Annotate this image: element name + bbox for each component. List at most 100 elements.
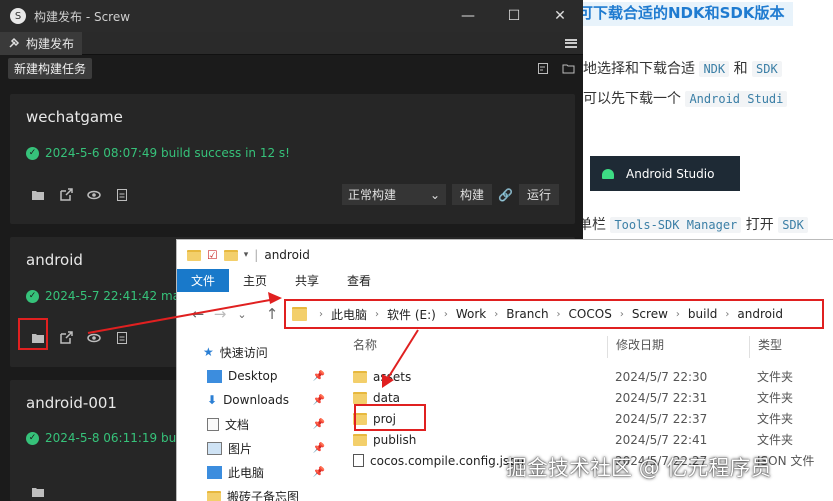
column-header-name[interactable]: 名称 bbox=[345, 336, 607, 358]
file-name: data bbox=[373, 390, 401, 405]
breadcrumb[interactable]: Work bbox=[456, 307, 486, 321]
chevron-right-icon: › bbox=[494, 308, 499, 320]
inline-code: SDK bbox=[778, 217, 808, 233]
status-text: 2024-5-6 08:07:49 build success in 12 s! bbox=[45, 146, 290, 160]
panel-tabbar: 构建发布 bbox=[0, 31, 583, 55]
maximize-button[interactable]: ☐ bbox=[491, 0, 537, 32]
document-icon bbox=[207, 417, 219, 431]
file-name: publish bbox=[373, 432, 417, 447]
folder-icon bbox=[187, 249, 201, 261]
inline-code: Android Studi bbox=[685, 91, 788, 107]
breadcrumb[interactable]: android bbox=[737, 307, 783, 321]
ribbon-tab-view[interactable]: 查看 bbox=[333, 269, 385, 292]
article-heading: 可下载合适的NDK和SDK版本 bbox=[578, 2, 793, 26]
picture-icon bbox=[207, 441, 222, 455]
android-studio-button[interactable]: Android Studio bbox=[590, 156, 740, 191]
ribbon-tab-home[interactable]: 主页 bbox=[229, 269, 281, 292]
forward-arrow-icon[interactable]: → bbox=[209, 305, 231, 323]
breadcrumb[interactable]: Branch bbox=[506, 307, 548, 321]
quick-access-dropdown-icon[interactable]: ▾ bbox=[244, 250, 249, 260]
success-check-icon: ✓ bbox=[26, 289, 39, 303]
nav-item-desktop[interactable]: Desktop 📌 bbox=[177, 364, 337, 388]
nav-label: Desktop bbox=[228, 369, 278, 383]
breadcrumb[interactable]: 此电脑 bbox=[331, 306, 367, 323]
folder-open-icon[interactable] bbox=[30, 187, 46, 203]
card-title: wechatgame bbox=[26, 108, 123, 126]
properties-icon[interactable]: ☑ bbox=[207, 248, 218, 262]
preview-eye-icon[interactable] bbox=[86, 187, 102, 203]
folder-open-icon[interactable] bbox=[30, 484, 46, 500]
breadcrumb[interactable]: 软件 (E:) bbox=[387, 306, 436, 323]
up-arrow-icon[interactable]: ↑ bbox=[261, 305, 283, 323]
folder-icon bbox=[353, 370, 367, 383]
file-type: 文件夹 bbox=[757, 391, 794, 405]
pin-icon: 📌 bbox=[312, 418, 325, 430]
preview-eye-icon[interactable] bbox=[86, 330, 102, 346]
log-file-icon[interactable] bbox=[114, 330, 130, 346]
article-text-line: 单栏 Tools-SDK Manager 打开 SDK bbox=[578, 214, 808, 234]
hamburger-menu-icon[interactable] bbox=[565, 38, 577, 48]
address-bar[interactable]: › 此电脑 › 软件 (E:) › Work › Branch › COCOS … bbox=[284, 299, 824, 329]
success-check-icon: ✓ bbox=[26, 146, 39, 160]
back-arrow-icon[interactable]: ← bbox=[187, 305, 209, 323]
ribbon-tab-share[interactable]: 共享 bbox=[281, 269, 333, 292]
inline-code: Tools-SDK Manager bbox=[610, 217, 742, 233]
file-type: 文件夹 bbox=[757, 412, 794, 426]
ribbon-tabs: 文件 主页 共享 查看 bbox=[177, 269, 833, 292]
window-titlebar: S 构建发布 - Screw — ☐ ✕ bbox=[0, 0, 583, 32]
file-type: 文件夹 bbox=[757, 433, 794, 447]
log-file-icon[interactable] bbox=[114, 187, 130, 203]
panel-toolbar: 新建构建任务 bbox=[0, 55, 583, 81]
breadcrumb[interactable]: COCOS bbox=[569, 307, 612, 321]
inline-code: SDK bbox=[752, 61, 782, 77]
new-build-task-button[interactable]: 新建构建任务 bbox=[8, 57, 93, 79]
build-button[interactable]: 构建 bbox=[452, 184, 493, 205]
new-folder-icon[interactable] bbox=[223, 249, 238, 261]
build-icon bbox=[9, 37, 20, 48]
build-card-wechatgame: wechatgame ✓ 2024-5-6 08:07:49 build suc… bbox=[10, 94, 575, 224]
minimize-button[interactable]: — bbox=[445, 0, 491, 32]
breadcrumb[interactable]: Screw bbox=[632, 307, 668, 321]
column-header-date[interactable]: 修改日期 bbox=[607, 336, 749, 358]
file-row-publish[interactable]: publish 2024/5/7 22:41 文件夹 bbox=[345, 429, 833, 450]
chevron-right-icon: › bbox=[319, 308, 323, 320]
chevron-right-icon: › bbox=[443, 308, 448, 320]
pin-icon: 📌 bbox=[312, 442, 325, 454]
nav-label: 图片 bbox=[228, 441, 253, 456]
nav-label: 文档 bbox=[225, 417, 250, 432]
star-icon: ★ bbox=[203, 345, 214, 359]
folder-icon bbox=[353, 391, 367, 404]
nav-label: Downloads bbox=[223, 393, 289, 407]
window-title: 构建发布 - Screw bbox=[34, 9, 131, 24]
ribbon-tab-file[interactable]: 文件 bbox=[177, 269, 230, 292]
nav-label: 搬砖子备忘图 bbox=[227, 489, 300, 501]
watermark-text: 掘金技术社区 @ 亿元程序员 bbox=[506, 456, 772, 480]
build-mode-value: 正常构建 bbox=[348, 188, 397, 202]
build-mode-select[interactable]: 正常构建 ⌄ bbox=[342, 184, 447, 205]
nav-item-notes-folder[interactable]: 搬砖子备忘图 bbox=[177, 484, 337, 501]
nav-item-pictures[interactable]: 图片 📌 bbox=[177, 436, 337, 460]
close-button[interactable]: ✕ bbox=[537, 0, 583, 32]
computer-icon bbox=[207, 465, 222, 479]
task-settings-icon[interactable] bbox=[537, 62, 550, 75]
open-folder-icon[interactable] bbox=[562, 62, 575, 75]
nav-item-this-pc[interactable]: 此电脑 📌 bbox=[177, 460, 337, 484]
chevron-right-icon: › bbox=[556, 308, 561, 320]
card-actions: 正常构建 ⌄ 构建 🔗 运行 bbox=[342, 184, 559, 205]
inline-code: NDK bbox=[699, 61, 730, 77]
link-icon: 🔗 bbox=[498, 187, 513, 202]
run-button[interactable]: 运行 bbox=[518, 184, 559, 205]
nav-item-documents[interactable]: 文档 📌 bbox=[177, 412, 337, 436]
nav-item-quick-access[interactable]: ★ 快速访问 bbox=[177, 340, 337, 364]
breadcrumb[interactable]: build bbox=[688, 307, 718, 321]
download-arrow-icon: ⬇ bbox=[207, 393, 218, 407]
external-link-icon[interactable] bbox=[58, 330, 74, 346]
column-header-type[interactable]: 类型 bbox=[749, 336, 782, 358]
tab-build-publish[interactable]: 构建发布 bbox=[0, 31, 83, 55]
external-link-icon[interactable] bbox=[58, 187, 74, 203]
nav-item-downloads[interactable]: ⬇ Downloads 📌 bbox=[177, 388, 337, 412]
folder-icon bbox=[207, 490, 221, 501]
recent-dropdown-icon[interactable]: ⌄ bbox=[231, 308, 253, 321]
file-row-assets[interactable]: assets 2024/5/7 22:30 文件夹 bbox=[345, 366, 833, 387]
chevron-right-icon: › bbox=[725, 308, 730, 320]
